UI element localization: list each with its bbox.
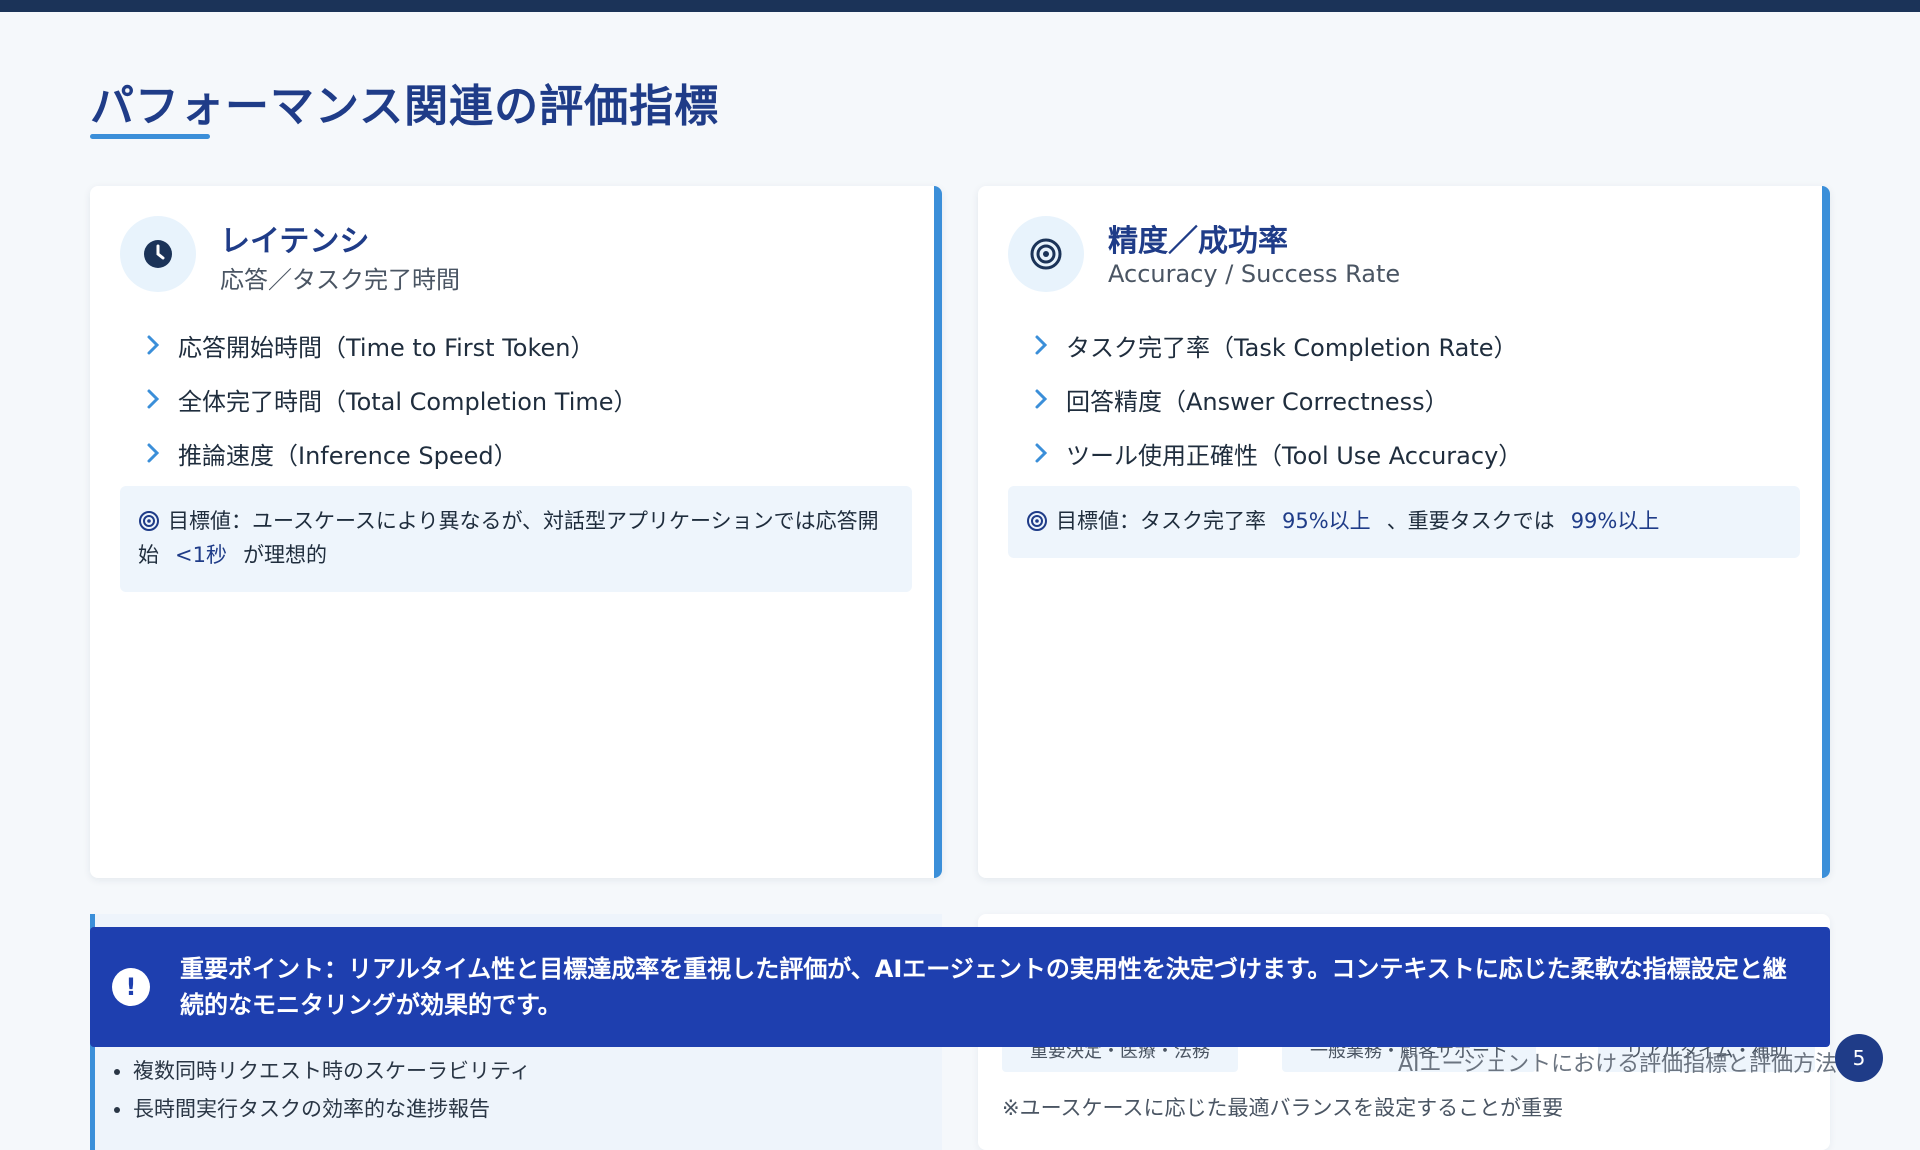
chevron-right-icon xyxy=(1030,442,1052,464)
list-item: 推論速度（Inference Speed） xyxy=(142,426,638,480)
target-suffix: が理想的 xyxy=(242,543,327,567)
card-subtitle: 応答／タスク完了時間 xyxy=(220,266,460,294)
target-icon xyxy=(1008,216,1084,292)
metric-label: 応答開始時間（Time to First Token） xyxy=(178,333,595,362)
list-item: 回答精度（Answer Correctness） xyxy=(1030,372,1522,426)
list-item: ツール使用正確性（Tool Use Accuracy） xyxy=(1030,426,1522,480)
chevron-right-icon xyxy=(1030,388,1052,410)
target-text: 目標値：タスク完了率 xyxy=(1056,509,1266,533)
metric-label: 推論速度（Inference Speed） xyxy=(178,441,518,470)
chevron-right-icon xyxy=(142,442,164,464)
page-number: 5 xyxy=(1835,1034,1883,1082)
target-box: 目標値：ユースケースにより異なるが、対話型アプリケーションでは応答開始 <1秒 が理… xyxy=(120,486,912,592)
card-subtitle: Accuracy / Success Rate xyxy=(1108,260,1401,288)
target-highlight: <1秒 xyxy=(175,543,227,567)
accuracy-card: 精度／成功率 Accuracy / Success Rate タスク完了率（Ta… xyxy=(978,186,1830,878)
chevron-right-icon xyxy=(142,334,164,356)
exclamation-icon: ! xyxy=(112,968,150,1006)
list-item: 長時間実行タスクの効率的な進捗報告 xyxy=(133,1090,531,1128)
list-item: 応答開始時間（Time to First Token） xyxy=(142,318,638,372)
metric-list: タスク完了率（Task Completion Rate） 回答精度（Answer… xyxy=(1030,318,1522,480)
target-icon xyxy=(1026,508,1048,531)
top-bar xyxy=(0,0,1920,12)
target-highlight: 99%以上 xyxy=(1570,509,1660,533)
page-title: パフォーマンス関連の評価指標 xyxy=(90,81,720,132)
footer-text: AIエージェントにおける評価指標と評価方法 xyxy=(1398,1052,1838,1077)
callout-text: 重要ポイント：リアルタイム性と目標達成率を重視した評価が、AIエージェントの実用… xyxy=(180,955,1787,1019)
target-highlight: 95%以上 xyxy=(1282,509,1371,533)
list-item: タスク完了率（Task Completion Rate） xyxy=(1030,318,1522,372)
card-title: レイテンシ xyxy=(220,224,370,259)
chevron-right-icon xyxy=(1030,334,1052,356)
key-point-callout: ! 重要ポイント：リアルタイム性と目標達成率を重視した評価が、AIエージェントの… xyxy=(90,927,1830,1047)
target-box: 目標値：タスク完了率 95%以上 、重要タスクでは 99%以上 xyxy=(1008,486,1800,558)
list-item: 複数同時リクエスト時のスケーラビリティ xyxy=(133,1052,531,1090)
latency-card: レイテンシ 応答／タスク完了時間 応答開始時間（Time to First To… xyxy=(90,186,942,878)
title-underline xyxy=(90,134,210,139)
metric-label: タスク完了率（Task Completion Rate） xyxy=(1066,333,1518,362)
metric-list: 応答開始時間（Time to First Token） 全体完了時間（Total… xyxy=(142,318,638,480)
balance-note: ※ユースケースに応じた最適バランスを設定することが重要 xyxy=(1002,1096,1564,1120)
card-title: 精度／成功率 xyxy=(1108,224,1288,259)
metric-label: 全体完了時間（Total Completion Time） xyxy=(178,387,638,416)
metric-label: 回答精度（Answer Correctness） xyxy=(1066,387,1449,416)
bullet-list: 複数同時リクエスト時のスケーラビリティ 長時間実行タスクの効率的な進捗報告 xyxy=(133,1052,531,1128)
metric-label: ツール使用正確性（Tool Use Accuracy） xyxy=(1066,441,1523,470)
list-item: 全体完了時間（Total Completion Time） xyxy=(142,372,638,426)
chevron-right-icon xyxy=(142,388,164,410)
target-icon xyxy=(138,508,160,531)
target-middle: 、重要タスクでは xyxy=(1386,509,1555,533)
clock-icon xyxy=(120,216,196,292)
